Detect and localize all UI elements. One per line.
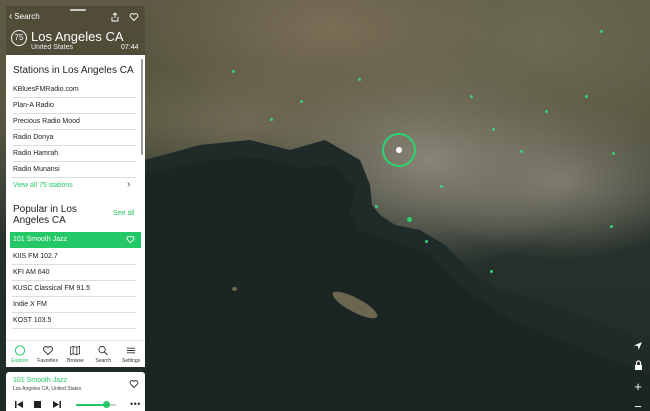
city-name: Los Angeles CA <box>31 29 124 44</box>
station-panel: Stations in Los Angeles CA KBluesFMRadio… <box>6 55 145 367</box>
search-icon <box>98 345 109 356</box>
city-header: ‹ Search 75 Los Angeles CA United States… <box>6 6 145 55</box>
station-item[interactable]: Radio Munansi <box>12 162 136 178</box>
next-icon[interactable] <box>53 401 61 408</box>
station-dot[interactable] <box>375 205 378 208</box>
drag-handle[interactable] <box>70 9 86 11</box>
popular-item[interactable]: KIIS FM 102.7 <box>12 249 136 265</box>
popular-item-active[interactable]: 101 Smooth Jazz <box>10 232 141 248</box>
map-controls: + − <box>630 340 646 411</box>
station-dot[interactable] <box>545 110 548 113</box>
station-dot[interactable] <box>610 225 613 228</box>
popular-item[interactable]: KOST 103.5 <box>12 313 136 329</box>
popular-item[interactable]: Indie X FM <box>12 297 136 313</box>
map-icon <box>70 345 81 356</box>
share-icon[interactable] <box>110 12 120 22</box>
back-button[interactable]: ‹ Search <box>9 10 40 22</box>
popular-item[interactable]: KFI AM 640 <box>12 265 136 281</box>
see-all-link[interactable]: See all <box>113 210 134 217</box>
tab-label: Favorites <box>37 358 58 364</box>
stations-section-title: Stations in Los Angeles CA <box>13 65 134 76</box>
chevron-right-icon[interactable]: › <box>127 179 130 190</box>
small-island <box>232 287 237 291</box>
station-item[interactable]: Plan-A Radio <box>12 98 136 114</box>
tab-favorites[interactable]: Favorites <box>35 345 61 364</box>
previous-icon[interactable] <box>15 401 23 408</box>
locate-icon[interactable] <box>631 340 645 354</box>
country-name: United States <box>31 44 74 51</box>
zoom-in-icon[interactable]: + <box>631 380 645 394</box>
station-dot[interactable] <box>612 152 615 155</box>
station-dot[interactable] <box>492 128 495 131</box>
tab-explore[interactable]: Explore <box>7 345 33 364</box>
popular-item[interactable]: KUSC Classical FM 91.5 <box>12 281 136 297</box>
popular-item-label: 101 Smooth Jazz <box>13 236 68 243</box>
station-pin[interactable] <box>407 217 412 222</box>
scrollbar[interactable] <box>141 59 143 155</box>
favorite-heart-icon[interactable] <box>129 379 139 389</box>
station-dot[interactable] <box>232 70 235 73</box>
station-dot[interactable] <box>425 240 428 243</box>
now-playing-title[interactable]: 101 Smooth Jazz <box>13 377 67 384</box>
local-time: 07:44 <box>121 44 139 51</box>
station-dot[interactable] <box>358 78 361 81</box>
station-dot[interactable] <box>270 118 273 121</box>
more-options-icon[interactable]: ••• <box>130 399 141 409</box>
tab-settings[interactable]: Settings <box>118 345 144 364</box>
volume-slider[interactable] <box>76 401 116 408</box>
popular-title-line1: Popular in Los <box>13 204 77 215</box>
stop-icon[interactable] <box>34 401 41 408</box>
station-dot[interactable] <box>440 185 443 188</box>
station-dot[interactable] <box>520 150 523 153</box>
popular-title-line2: Angeles CA <box>13 215 66 226</box>
station-dot[interactable] <box>300 100 303 103</box>
back-label: Search <box>14 12 40 21</box>
station-count-badge: 75 <box>11 30 27 46</box>
volume-knob[interactable] <box>102 401 110 408</box>
tab-label: Explore <box>11 358 29 364</box>
chevron-left-icon: ‹ <box>9 10 13 22</box>
view-all-stations-link[interactable]: View all 75 stations <box>13 182 73 189</box>
station-dot[interactable] <box>490 270 493 273</box>
heart-icon <box>42 346 53 356</box>
mini-player[interactable]: 101 Smooth Jazz Los Angeles CA, United S… <box>6 372 145 411</box>
tab-search[interactable]: Search <box>90 345 116 364</box>
favorite-city-icon[interactable] <box>129 12 139 22</box>
station-dot[interactable] <box>585 95 588 98</box>
heart-icon[interactable] <box>126 235 135 244</box>
station-item[interactable]: Radio Donya <box>12 130 136 146</box>
lock-icon[interactable] <box>631 360 645 374</box>
tab-label: Browse <box>67 358 84 364</box>
selected-city-dot[interactable] <box>396 147 402 153</box>
volume-fill <box>76 404 106 406</box>
station-item[interactable]: Precious Radio Mood <box>12 114 136 130</box>
station-item[interactable]: KBluesFMRadio.com <box>12 82 136 98</box>
explore-icon <box>14 345 25 356</box>
tab-label: Settings <box>122 358 141 364</box>
station-dot[interactable] <box>470 95 473 98</box>
tab-browse[interactable]: Browse <box>62 345 88 364</box>
tab-bar: Explore Favorites Browse Search Settings <box>6 340 145 367</box>
menu-icon <box>126 347 136 354</box>
station-dot[interactable] <box>600 30 603 33</box>
tab-label: Search <box>95 358 112 364</box>
now-playing-location: Los Angeles CA, United States <box>13 386 82 392</box>
station-item[interactable]: Radio Hamrah <box>12 146 136 162</box>
zoom-out-icon[interactable]: − <box>631 400 645 411</box>
